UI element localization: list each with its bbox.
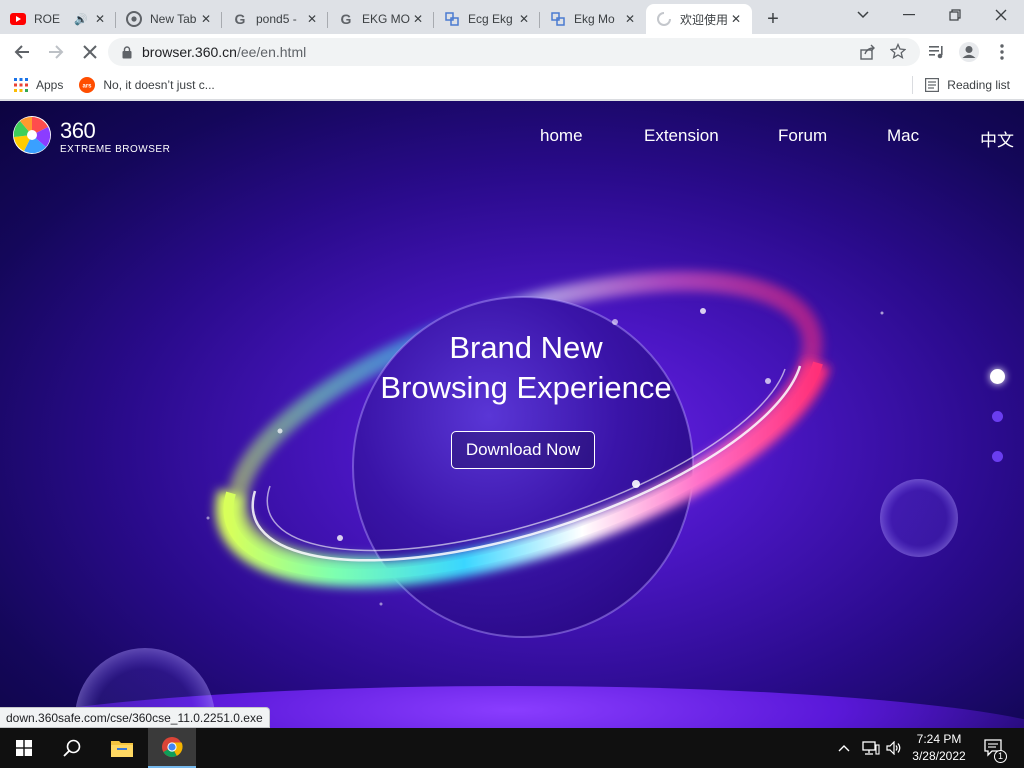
link-status-bubble: down.360safe.com/cse/360cse_11.0.2251.0.… bbox=[0, 707, 270, 728]
youtube-icon bbox=[10, 11, 26, 27]
close-tab-icon[interactable]: ✕ bbox=[198, 12, 214, 26]
svg-text:ars: ars bbox=[83, 83, 93, 89]
ars-icon: ars bbox=[79, 76, 96, 93]
windows-start-icon[interactable] bbox=[0, 728, 48, 768]
tab-title: New Tab bbox=[150, 12, 197, 26]
close-tab-icon[interactable]: ✕ bbox=[516, 12, 532, 26]
notification-count-badge: 1 bbox=[994, 750, 1007, 763]
forward-icon[interactable] bbox=[42, 38, 70, 66]
tab-title: Ekg Mo bbox=[574, 12, 615, 26]
site-icon bbox=[550, 11, 566, 27]
bookmark-apps[interactable]: Apps bbox=[14, 77, 64, 92]
tab-search-icon[interactable] bbox=[840, 0, 886, 30]
url-text: browser.360.cn/ee/en.html bbox=[142, 44, 306, 60]
windows-taskbar: 7:24 PM 3/28/2022 1 bbox=[0, 728, 1024, 768]
slide-dot[interactable] bbox=[992, 411, 1003, 422]
tab-pond5[interactable]: G pond5 - ✕ bbox=[222, 4, 328, 34]
brand-number: 360 bbox=[60, 118, 96, 143]
reading-list-label: Reading list bbox=[947, 78, 1010, 92]
slide-dot-active[interactable] bbox=[990, 369, 1005, 384]
brand-logo[interactable]: 360 EXTREME BROWSER bbox=[12, 115, 170, 160]
chrome-taskbar-icon[interactable] bbox=[148, 728, 196, 768]
url-host: browser.360.cn bbox=[142, 44, 237, 60]
bookmarks-divider bbox=[912, 76, 914, 94]
close-tab-icon[interactable]: ✕ bbox=[728, 12, 744, 26]
nav-extension[interactable]: Extension bbox=[644, 126, 719, 146]
browser-toolbar: browser.360.cn/ee/en.html bbox=[0, 34, 1024, 70]
tab-title: pond5 - bbox=[256, 12, 297, 26]
hero-line-1: Brand New bbox=[449, 330, 603, 365]
new-tab-button[interactable]: + bbox=[758, 4, 788, 34]
tab-360-welcome[interactable]: 欢迎使用 ✕ bbox=[646, 4, 752, 34]
loading-spinner-icon bbox=[656, 11, 672, 27]
show-hidden-icons-icon[interactable] bbox=[838, 728, 850, 768]
tab-youtube[interactable]: ROE 🔊 ✕ bbox=[0, 4, 116, 34]
slide-dot[interactable] bbox=[992, 451, 1003, 462]
lock-icon[interactable] bbox=[120, 45, 134, 59]
google-icon: G bbox=[338, 11, 354, 27]
bookmarks-bar: Apps ars No, it doesn’t just c... Readin… bbox=[0, 70, 1024, 100]
network-icon[interactable] bbox=[862, 728, 880, 768]
tab-ekg-mo-google[interactable]: G EKG MO ✕ bbox=[328, 4, 434, 34]
clock-time: 7:24 PM bbox=[916, 732, 962, 746]
close-tab-icon[interactable]: ✕ bbox=[410, 12, 426, 26]
hero-line-2: Browsing Experience bbox=[380, 370, 672, 405]
reading-list-button[interactable]: Reading list bbox=[912, 70, 1010, 100]
svg-text:G: G bbox=[341, 11, 352, 27]
file-explorer-icon[interactable] bbox=[98, 728, 146, 768]
bookmark-ars[interactable]: ars No, it doesn’t just c... bbox=[79, 76, 215, 93]
360-pinwheel-icon bbox=[12, 115, 52, 160]
tab-title: ROE bbox=[34, 12, 61, 26]
tab-new-tab[interactable]: New Tab ✕ bbox=[116, 4, 222, 34]
tab-title: 欢迎使用 bbox=[680, 12, 728, 27]
web-page: 360 EXTREME BROWSER home Extension Forum… bbox=[0, 101, 1024, 728]
tab-ecg-ekg[interactable]: Ecg Ekg ✕ bbox=[434, 4, 540, 34]
media-control-icon[interactable] bbox=[923, 38, 951, 66]
tab-strip: ROE 🔊 ✕ New Tab ✕ G pond5 - ✕ G EKG MO ✕… bbox=[0, 0, 1024, 34]
kebab-menu-icon[interactable] bbox=[988, 38, 1016, 66]
hero-headline: Brand New Browsing Experience bbox=[326, 328, 726, 408]
nav-home[interactable]: home bbox=[540, 126, 583, 146]
reading-list-icon bbox=[925, 78, 940, 92]
nav-chinese[interactable]: 中文 bbox=[980, 126, 1014, 151]
download-now-button[interactable]: Download Now bbox=[451, 431, 595, 469]
restore-icon[interactable] bbox=[932, 0, 978, 30]
nav-mac[interactable]: Mac bbox=[887, 126, 919, 146]
close-window-icon[interactable] bbox=[978, 0, 1024, 30]
svg-text:G: G bbox=[235, 11, 246, 27]
profile-avatar-icon[interactable] bbox=[955, 38, 983, 66]
url-path: /ee/en.html bbox=[236, 44, 307, 60]
chrome-icon bbox=[126, 11, 142, 27]
search-icon[interactable] bbox=[48, 728, 96, 768]
taskbar-clock[interactable]: 7:24 PM 3/28/2022 bbox=[900, 731, 978, 765]
bookmark-star-icon[interactable] bbox=[889, 42, 907, 64]
tab-ekg-mo[interactable]: Ekg Mo ✕ bbox=[540, 4, 646, 34]
tab-title: EKG MO bbox=[362, 12, 410, 26]
brand-subtitle: EXTREME BROWSER bbox=[60, 144, 171, 155]
google-icon: G bbox=[232, 11, 248, 27]
close-tab-icon[interactable]: ✕ bbox=[92, 12, 108, 26]
share-icon[interactable] bbox=[860, 44, 876, 65]
speaker-icon[interactable]: 🔊 bbox=[74, 13, 88, 26]
back-icon[interactable] bbox=[8, 38, 36, 66]
close-tab-icon[interactable]: ✕ bbox=[622, 12, 638, 26]
notifications-icon[interactable]: 1 bbox=[982, 728, 1007, 768]
tab-title: Ecg Ekg bbox=[468, 12, 513, 26]
clock-date: 3/28/2022 bbox=[912, 749, 966, 763]
nav-forum[interactable]: Forum bbox=[778, 126, 827, 146]
minimize-icon[interactable] bbox=[886, 0, 932, 30]
address-bar[interactable]: browser.360.cn/ee/en.html bbox=[108, 38, 920, 66]
bookmark-label: No, it doesn’t just c... bbox=[103, 77, 215, 92]
planet-illustration bbox=[75, 271, 958, 728]
bookmark-label: Apps bbox=[36, 77, 64, 92]
apps-grid-icon bbox=[14, 77, 28, 92]
stop-loading-icon[interactable] bbox=[76, 38, 104, 66]
close-tab-icon[interactable]: ✕ bbox=[304, 12, 320, 26]
site-icon bbox=[444, 11, 460, 27]
